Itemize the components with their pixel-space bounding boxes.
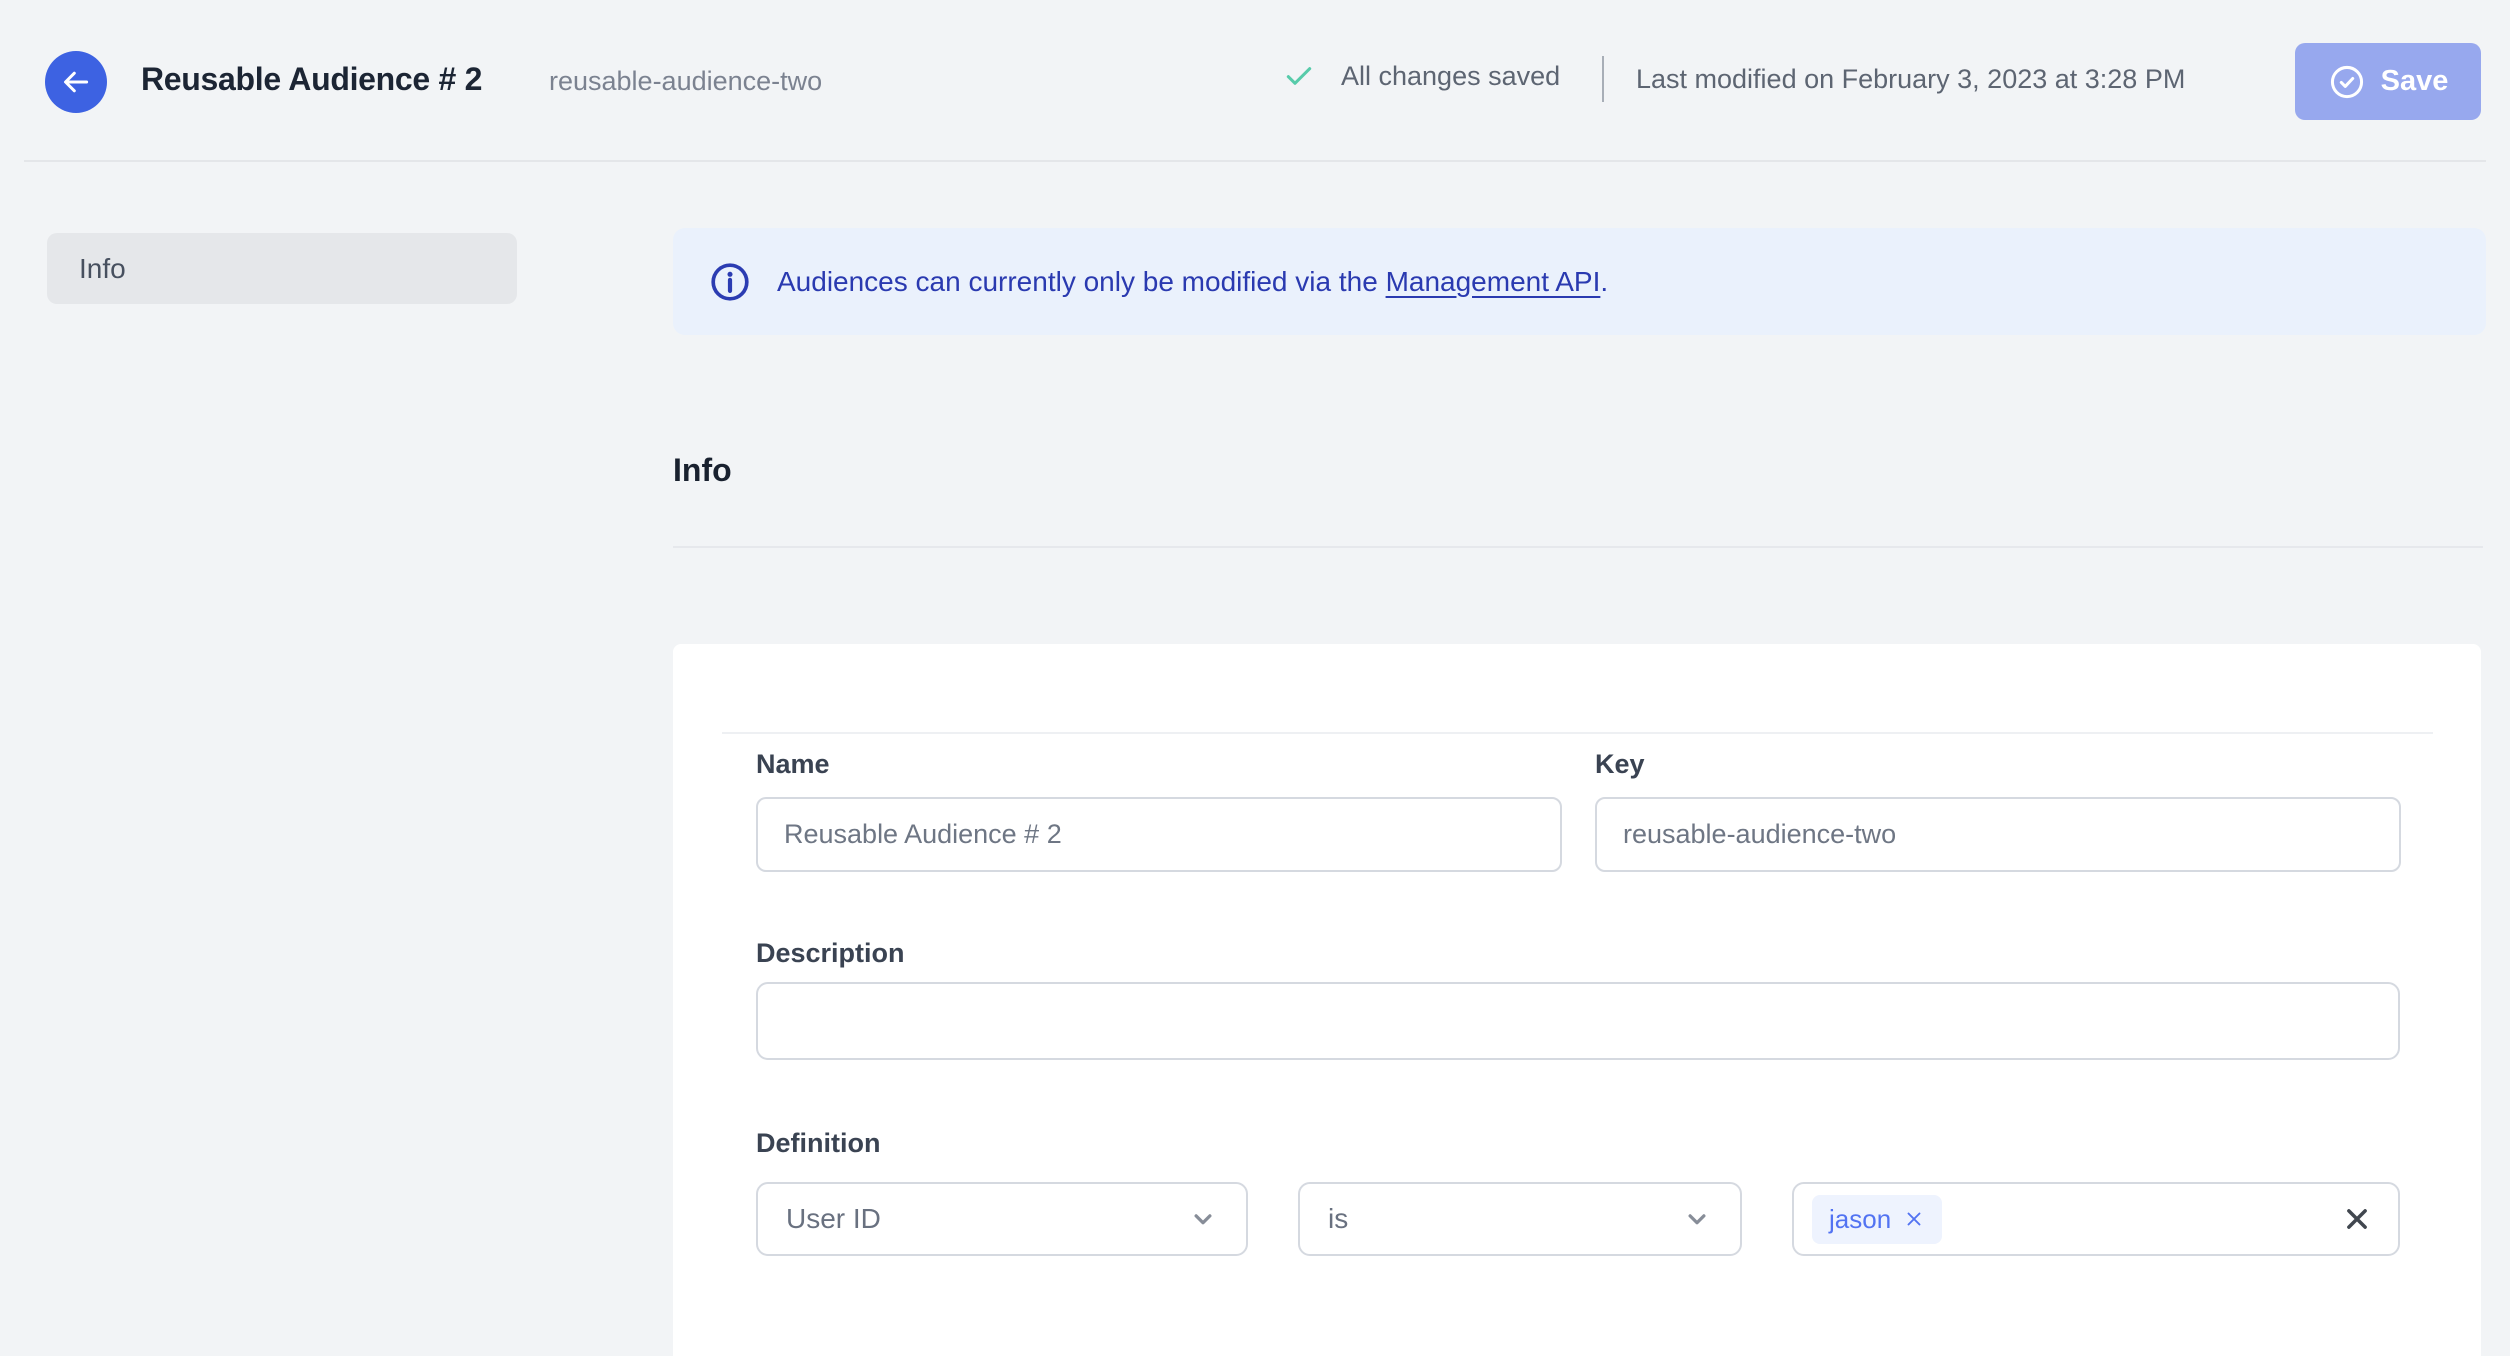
- value-chip: jason: [1812, 1194, 1943, 1244]
- value-chip-label: jason: [1829, 1203, 1892, 1234]
- audience-edit-page: Reusable Audience # 2 reusable-audience-…: [0, 0, 2510, 1356]
- description-label: Description: [756, 938, 905, 968]
- banner-text-after: .: [1600, 265, 1609, 297]
- values-tag-input[interactable]: jason: [1792, 1182, 2400, 1256]
- save-status: All changes saved: [1283, 60, 1560, 92]
- operator-select[interactable]: is: [1298, 1182, 1742, 1256]
- sidebar-item-info[interactable]: Info: [47, 233, 517, 304]
- sidebar-item-label: Info: [79, 252, 126, 284]
- operator-select-value: is: [1328, 1203, 1349, 1234]
- header-bottom-border: [24, 160, 2486, 162]
- check-icon: [1283, 60, 1315, 92]
- x-icon: [2342, 1204, 2372, 1234]
- section-heading: Info: [673, 452, 732, 488]
- card-top-divider: [722, 732, 2433, 734]
- save-button-label: Save: [2380, 65, 2449, 97]
- attribute-select[interactable]: User ID: [756, 1182, 1248, 1256]
- page-title: Reusable Audience # 2: [141, 61, 483, 97]
- banner-text: Audiences can currently only be modified…: [777, 266, 1608, 298]
- key-label: Key: [1595, 749, 1645, 779]
- management-api-link[interactable]: Management API: [1386, 266, 1601, 297]
- banner-text-before: Audiences can currently only be modified…: [777, 265, 1386, 297]
- chevron-down-icon: [1682, 1204, 1712, 1234]
- header-divider: [1602, 56, 1604, 102]
- sidebar: Info: [47, 233, 517, 304]
- info-circle-icon: [709, 261, 751, 303]
- circle-check-icon: [2328, 63, 2366, 101]
- info-card: Name Key Description Definition User ID …: [673, 644, 2481, 1356]
- last-modified-text: Last modified on February 3, 2023 at 3:2…: [1636, 64, 2186, 94]
- section-divider: [673, 546, 2483, 548]
- save-button[interactable]: Save: [2295, 43, 2481, 120]
- description-input[interactable]: [756, 982, 2400, 1060]
- name-label: Name: [756, 749, 830, 779]
- definition-label: Definition: [756, 1128, 881, 1158]
- save-status-text: All changes saved: [1341, 60, 1561, 91]
- info-banner: Audiences can currently only be modified…: [673, 228, 2486, 335]
- clear-values-button[interactable]: [2342, 1204, 2372, 1234]
- arrow-left-icon: [59, 65, 93, 99]
- chevron-down-icon: [1188, 1204, 1218, 1234]
- x-icon[interactable]: [1903, 1208, 1925, 1230]
- back-button[interactable]: [45, 51, 107, 113]
- key-input[interactable]: [1595, 797, 2401, 872]
- page-subtitle: reusable-audience-two: [549, 66, 823, 96]
- header: Reusable Audience # 2 reusable-audience-…: [0, 0, 2510, 162]
- attribute-select-value: User ID: [786, 1203, 881, 1234]
- name-input[interactable]: [756, 797, 1562, 872]
